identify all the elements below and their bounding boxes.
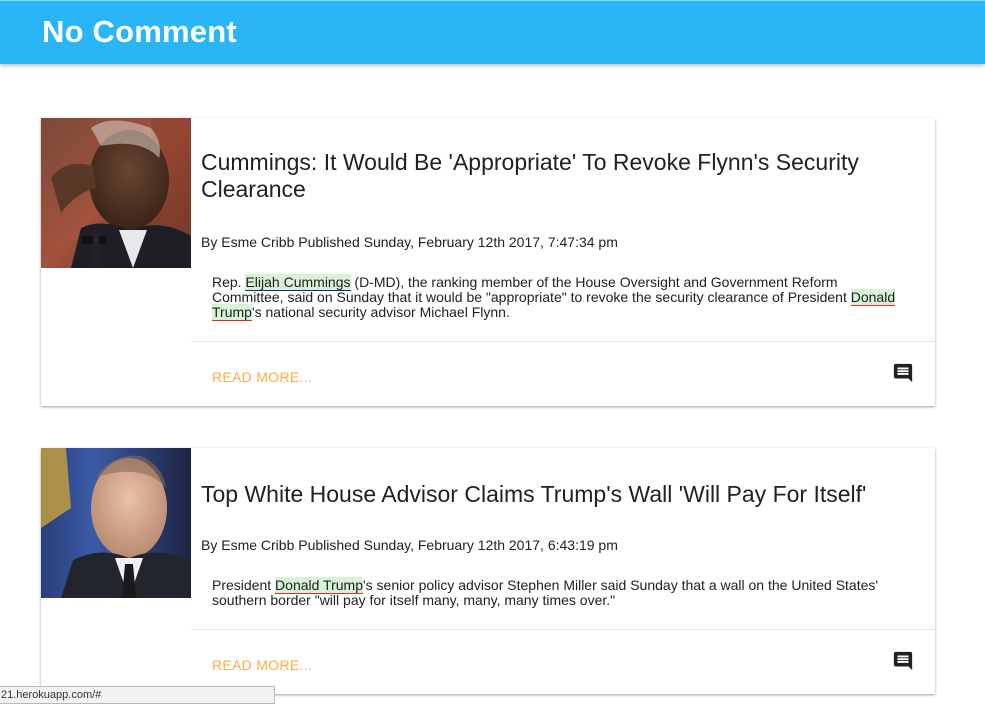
card-divider (191, 629, 935, 630)
article-thumbnail[interactable] (41, 448, 191, 598)
snippet-text: President (212, 577, 276, 593)
article-card: Cummings: It Would Be 'Appropriate' To R… (41, 118, 935, 406)
article-body: Top White House Advisor Claims Trump's W… (191, 448, 935, 694)
comment-icon[interactable] (892, 362, 914, 384)
article-byline: By Esme Cribb Published Sunday, February… (201, 234, 618, 250)
snippet-text: Rep. (212, 274, 246, 290)
article-headline[interactable]: Top White House Advisor Claims Trump's W… (201, 481, 911, 508)
snippet-text: 's national security advisor Michael Fly… (251, 304, 510, 320)
article-byline: By Esme Cribb Published Sunday, February… (201, 537, 618, 553)
article-body: Cummings: It Would Be 'Appropriate' To R… (191, 118, 935, 406)
app-header: No Comment (0, 0, 985, 64)
article-card: Top White House Advisor Claims Trump's W… (41, 448, 935, 694)
article-snippet: President Donald Trump's senior policy a… (212, 577, 902, 608)
card-divider (191, 341, 935, 342)
article-snippet: Rep. Elijah Cummings (D-MD), the ranking… (212, 274, 902, 321)
read-more-link[interactable]: READ MORE... (212, 657, 312, 673)
comment-icon[interactable] (892, 650, 914, 672)
app-title[interactable]: No Comment (42, 14, 237, 50)
browser-status-url: 21.herokuapp.com/# (0, 686, 275, 704)
article-headline[interactable]: Cummings: It Would Be 'Appropriate' To R… (201, 149, 911, 203)
read-more-link[interactable]: READ MORE... (212, 369, 312, 385)
article-thumbnail[interactable] (41, 118, 191, 268)
